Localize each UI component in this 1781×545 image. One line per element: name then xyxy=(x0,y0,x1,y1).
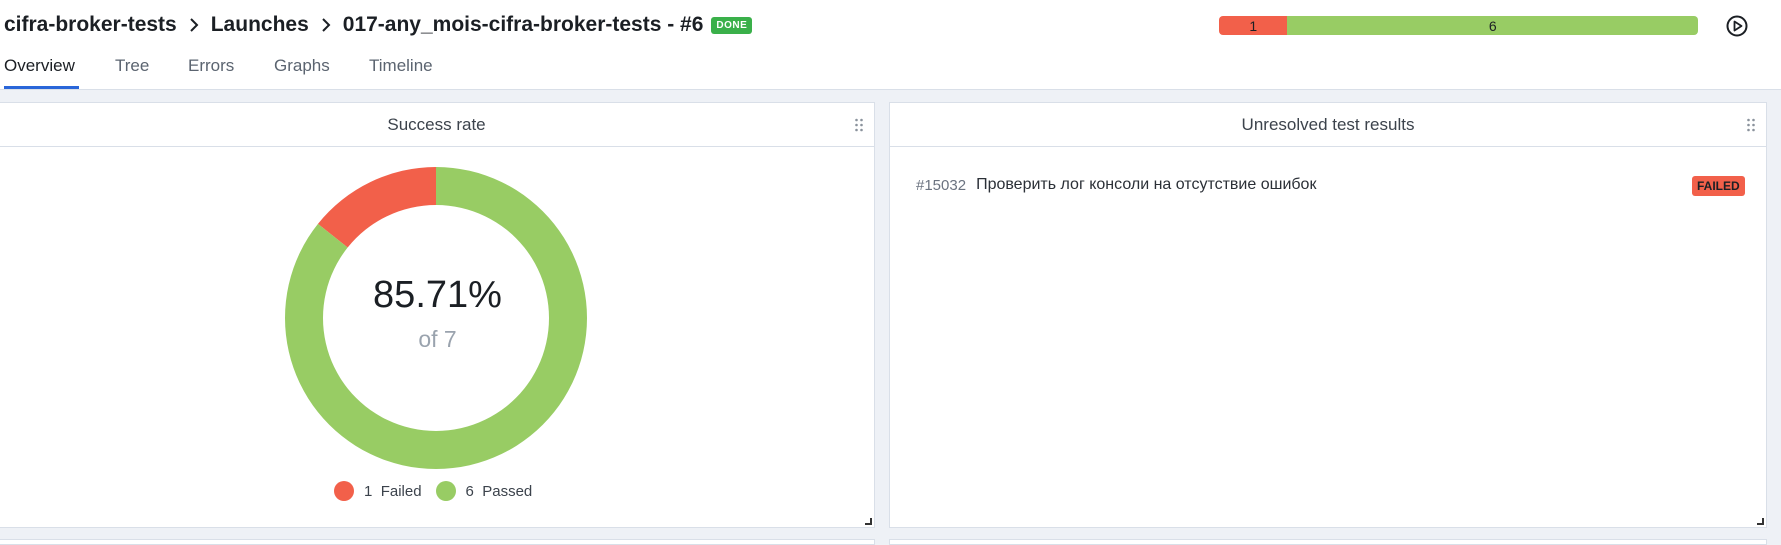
legend-failed-count: 1 xyxy=(364,482,373,500)
chevron-right-icon xyxy=(189,17,199,33)
play-circle-icon[interactable] xyxy=(1726,15,1748,37)
test-result-name[interactable]: Проверить лог консоли на отсутствие ошиб… xyxy=(976,176,1316,194)
status-bar-passed-segment[interactable]: 6 xyxy=(1287,16,1698,35)
tab-errors[interactable]: Errors xyxy=(188,56,234,87)
resize-corner-icon[interactable] xyxy=(865,518,872,525)
status-bar-failed-segment[interactable]: 1 xyxy=(1219,16,1288,35)
failed-status-badge: FAILED xyxy=(1692,176,1745,196)
success-rate-donut-chart xyxy=(285,167,587,470)
drag-handle-icon[interactable] xyxy=(1746,118,1756,132)
tab-graphs[interactable]: Graphs xyxy=(274,56,330,87)
unresolved-results-widget: Unresolved test results xyxy=(889,102,1767,528)
donut-slice-failed[interactable] xyxy=(317,167,436,248)
legend-passed-swatch xyxy=(435,481,456,501)
breadcrumb-launches[interactable]: Launches xyxy=(211,13,309,37)
resize-corner-icon[interactable] xyxy=(1757,518,1764,525)
page-header: cifra-broker-tests Launches 017-any_mois… xyxy=(0,0,1781,90)
legend-passed-count: 6 xyxy=(465,482,474,500)
success-rate-total: of 7 xyxy=(418,326,457,352)
tab-tree[interactable]: Tree xyxy=(115,56,149,87)
widget-title: Unresolved test results xyxy=(890,103,1766,147)
tab-overview[interactable]: Overview xyxy=(4,56,79,89)
tab-timeline[interactable]: Timeline xyxy=(369,56,433,87)
drag-handle-icon[interactable] xyxy=(854,118,864,132)
list-item[interactable]: #15032 Проверить лог консоли на отсутств… xyxy=(916,174,1736,196)
next-widget-edge xyxy=(0,539,875,545)
legend-passed-label: Passed xyxy=(482,482,533,500)
success-rate-value: 85.71% xyxy=(373,274,502,316)
launch-status-bar[interactable]: 1 6 xyxy=(1219,16,1698,35)
status-badge: DONE xyxy=(711,16,753,34)
chevron-right-icon xyxy=(321,17,331,33)
legend-failed-label: Failed xyxy=(380,482,422,500)
breadcrumb-launch: 017-any_mois-cifra-broker-tests - #6 xyxy=(342,13,704,36)
legend-failed-swatch xyxy=(334,481,354,501)
breadcrumb-project[interactable]: cifra-broker-tests xyxy=(4,13,177,37)
chart-legend: 1 Failed 6 Passed xyxy=(334,481,532,501)
widget-title: Success rate xyxy=(0,103,874,147)
breadcrumb: cifra-broker-tests Launches 017-any_mois… xyxy=(4,12,753,38)
next-widget-edge xyxy=(889,539,1767,545)
test-result-id: #15032 xyxy=(916,176,967,194)
